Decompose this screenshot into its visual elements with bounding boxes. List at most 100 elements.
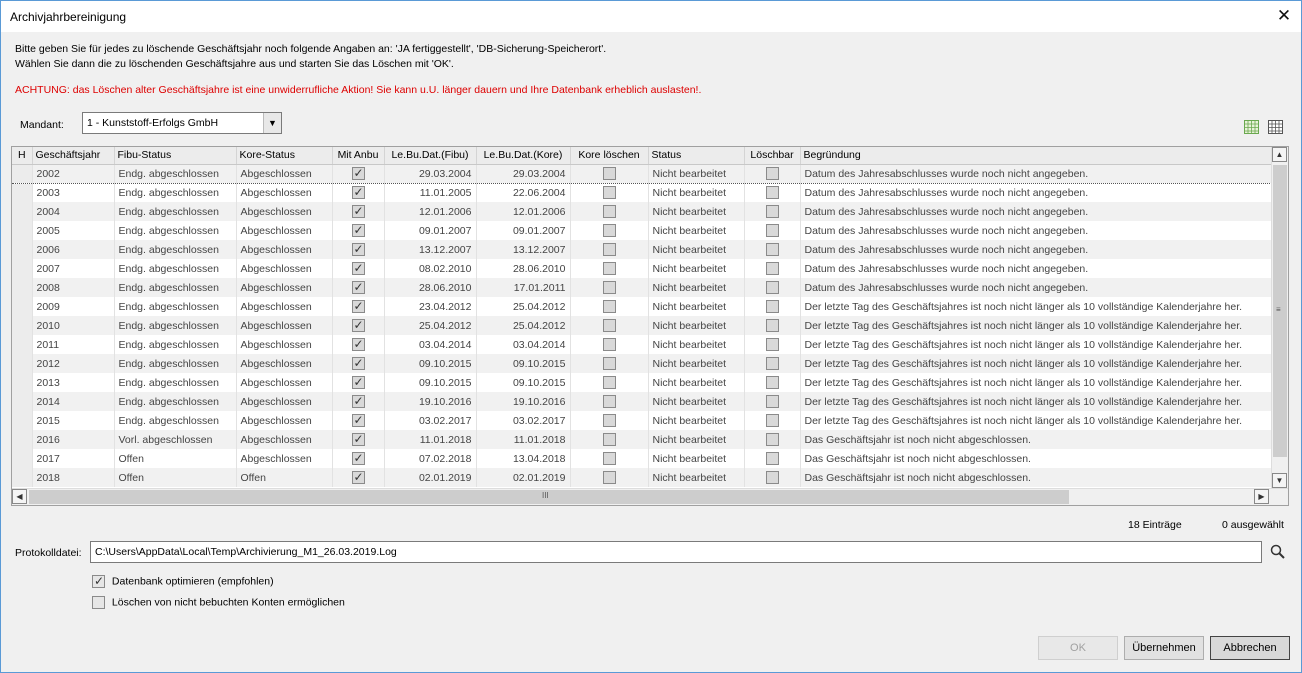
checkbox-icon[interactable]	[765, 433, 779, 446]
ok-button[interactable]: OK	[1038, 636, 1118, 660]
checkbox-icon[interactable]	[92, 574, 105, 588]
checkbox-icon[interactable]	[351, 413, 365, 427]
checkbox-icon[interactable]	[602, 224, 616, 237]
col-header-reason[interactable]: Begründung	[800, 147, 1273, 165]
checkbox-icon[interactable]	[602, 243, 616, 256]
col-header-fibu-status[interactable]: Fibu-Status	[114, 147, 237, 165]
checkbox-icon[interactable]	[602, 376, 616, 389]
grid-view-icon[interactable]	[1268, 120, 1283, 134]
col-header-year[interactable]: Geschäftsjahr	[32, 147, 115, 165]
table-row[interactable]: 2002Endg. abgeschlossenAbgeschlossen 29.0…	[12, 163, 1273, 184]
checkbox-icon[interactable]	[602, 338, 616, 351]
row-header[interactable]	[12, 335, 33, 354]
checkbox-icon[interactable]	[92, 596, 105, 609]
table-row[interactable]: 2003Endg. abgeschlossenAbgeschlossen 11.0…	[12, 183, 1273, 202]
col-header-mit-anbu[interactable]: Mit Anbu	[332, 147, 385, 165]
checkbox-icon[interactable]	[602, 186, 616, 200]
row-header[interactable]	[12, 278, 33, 297]
checkbox-icon[interactable]	[765, 224, 779, 237]
table-row[interactable]: 2009Endg. abgeschlossenAbgeschlossen 23.0…	[12, 297, 1273, 316]
checkbox-icon[interactable]	[765, 338, 779, 351]
checkbox-icon[interactable]	[602, 300, 616, 313]
table-row[interactable]: 2013Endg. abgeschlossenAbgeschlossen 09.1…	[12, 373, 1273, 392]
checkbox-icon[interactable]	[602, 414, 616, 427]
checkbox-icon[interactable]	[351, 185, 365, 200]
vertical-scrollbar[interactable]: ▲ ≡ ▼	[1271, 147, 1288, 489]
checkbox-icon[interactable]	[351, 375, 365, 389]
checkbox-icon[interactable]	[602, 205, 616, 218]
checkbox-icon[interactable]	[351, 394, 365, 408]
row-header[interactable]	[12, 354, 33, 373]
row-header[interactable]	[12, 468, 33, 487]
checkbox-icon[interactable]	[765, 243, 779, 256]
table-row[interactable]: 2014Endg. abgeschlossenAbgeschlossen 19.1…	[12, 392, 1273, 411]
horizontal-scrollbar[interactable]: ◀ III ▶	[12, 488, 1288, 505]
checkbox-icon[interactable]	[765, 300, 779, 313]
checkbox-icon[interactable]	[765, 186, 779, 200]
checkbox-icon[interactable]	[351, 223, 365, 237]
checkbox-icon[interactable]	[351, 280, 365, 294]
checkbox-icon[interactable]	[351, 451, 365, 465]
checkbox-icon[interactable]	[351, 432, 365, 446]
close-icon[interactable]: ✕	[1267, 1, 1301, 31]
col-header-kore-delete[interactable]: Kore löschen	[570, 147, 649, 165]
checkbox-icon[interactable]	[351, 166, 365, 180]
checkbox-icon[interactable]	[351, 337, 365, 351]
checkbox-icon[interactable]	[602, 357, 616, 370]
checkbox-icon[interactable]	[351, 299, 365, 313]
table-row[interactable]: 2010Endg. abgeschlossenAbgeschlossen 25.0…	[12, 316, 1273, 335]
chevron-down-icon[interactable]: ▼	[263, 113, 281, 133]
checkbox-icon[interactable]	[765, 262, 779, 275]
checkbox-icon[interactable]	[765, 471, 779, 484]
table-row[interactable]: 2011Endg. abgeschlossenAbgeschlossen 03.0…	[12, 335, 1273, 354]
scroll-left-icon[interactable]: ◀	[12, 489, 27, 504]
checkbox-icon[interactable]	[602, 167, 616, 180]
delete-unbooked-checkbox[interactable]: Löschen von nicht bebuchten Konten ermög…	[92, 596, 345, 609]
scroll-up-icon[interactable]: ▲	[1272, 147, 1287, 162]
checkbox-icon[interactable]	[351, 242, 365, 256]
row-header[interactable]	[12, 392, 33, 411]
col-header-date-fibu[interactable]: Le.Bu.Dat.(Fibu)	[384, 147, 477, 165]
col-header-loeschbar[interactable]: Löschbar	[744, 147, 801, 165]
checkbox-icon[interactable]	[351, 470, 365, 484]
grid-view-green-icon[interactable]	[1244, 120, 1259, 134]
col-header-h[interactable]: H	[12, 147, 33, 165]
table-row[interactable]: 2007Endg. abgeschlossenAbgeschlossen 08.0…	[12, 259, 1273, 278]
scroll-right-icon[interactable]: ▶	[1254, 489, 1269, 504]
checkbox-icon[interactable]	[351, 204, 365, 218]
row-header[interactable]	[12, 373, 33, 392]
table-row[interactable]: 2018OffenOffen02.01.201902.01.2019Nicht …	[12, 468, 1273, 487]
checkbox-icon[interactable]	[351, 356, 365, 370]
table-row[interactable]: 2006Endg. abgeschlossenAbgeschlossen 13.1…	[12, 240, 1273, 259]
checkbox-icon[interactable]	[602, 319, 616, 332]
optimize-db-checkbox[interactable]: Datenbank optimieren (empfohlen)	[92, 574, 274, 588]
table-row[interactable]: 2004Endg. abgeschlossenAbgeschlossen 12.0…	[12, 202, 1273, 221]
row-header[interactable]	[12, 449, 33, 468]
cancel-button[interactable]: Abbrechen	[1210, 636, 1290, 660]
checkbox-icon[interactable]	[765, 319, 779, 332]
table-row[interactable]: 2015Endg. abgeschlossenAbgeschlossen 03.0…	[12, 411, 1273, 430]
row-header[interactable]	[12, 221, 33, 240]
search-icon[interactable]	[1269, 543, 1287, 561]
checkbox-icon[interactable]	[765, 205, 779, 218]
row-header[interactable]	[12, 259, 33, 278]
col-header-date-kore[interactable]: Le.Bu.Dat.(Kore)	[476, 147, 571, 165]
checkbox-icon[interactable]	[602, 262, 616, 275]
fiscal-years-table[interactable]: H Geschäftsjahr Fibu-Status Kore-Status …	[11, 146, 1289, 506]
apply-button[interactable]: Übernehmen	[1124, 636, 1204, 660]
col-header-status[interactable]: Status	[648, 147, 745, 165]
scroll-down-icon[interactable]: ▼	[1272, 473, 1287, 488]
table-row[interactable]: 2012Endg. abgeschlossenAbgeschlossen 09.1…	[12, 354, 1273, 373]
checkbox-icon[interactable]	[351, 318, 365, 332]
table-row[interactable]: 2017OffenAbgeschlossen 07.02.201813.04.20…	[12, 449, 1273, 468]
table-row[interactable]: 2008Endg. abgeschlossenAbgeschlossen 28.0…	[12, 278, 1273, 297]
row-header[interactable]	[12, 430, 33, 449]
protokoll-path-input[interactable]: C:\Users\AppData\Local\Temp\Archivierung…	[90, 541, 1262, 563]
row-header[interactable]	[12, 411, 33, 430]
row-header[interactable]	[12, 240, 33, 259]
checkbox-icon[interactable]	[602, 433, 616, 446]
row-header[interactable]	[12, 163, 33, 184]
horizontal-scroll-thumb[interactable]: III	[29, 490, 1069, 504]
checkbox-icon[interactable]	[765, 395, 779, 408]
checkbox-icon[interactable]	[602, 395, 616, 408]
